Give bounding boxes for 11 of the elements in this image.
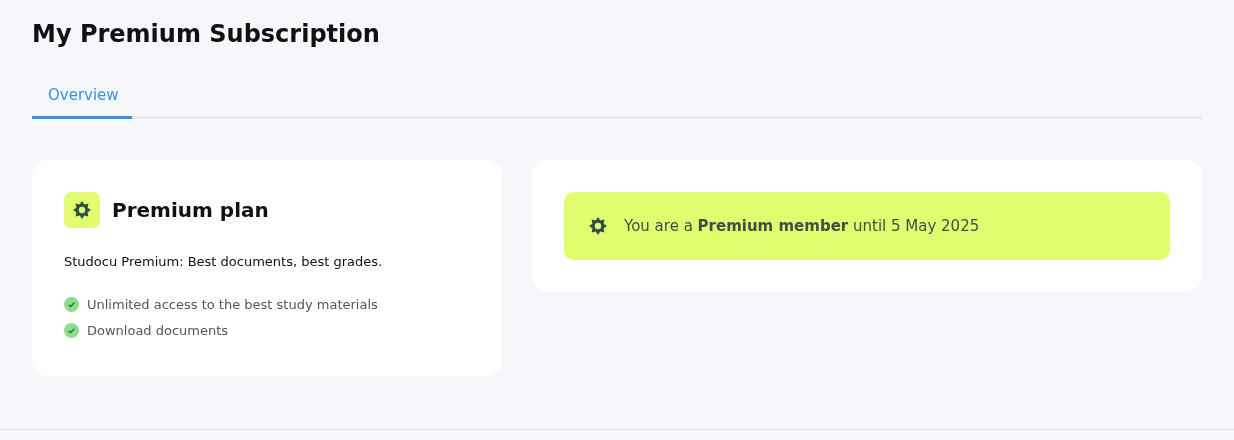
membership-text: You are a Premium member until 5 May 2025: [624, 217, 980, 235]
badge-icon: [64, 192, 100, 228]
plan-title: Premium plan: [112, 198, 269, 222]
feature-text: Download documents: [87, 322, 229, 338]
feature-text: Unlimited access to the best study materials: [87, 296, 378, 312]
badge-icon: [588, 216, 608, 236]
tab[interactable]: Overview: [32, 86, 132, 119]
check-icon: [64, 322, 79, 338]
plan-tagline: Studocu Premium: Best documents, best grades.: [64, 254, 384, 269]
page-title: My Premium Subscription: [32, 19, 381, 50]
check-icon: [64, 296, 79, 312]
